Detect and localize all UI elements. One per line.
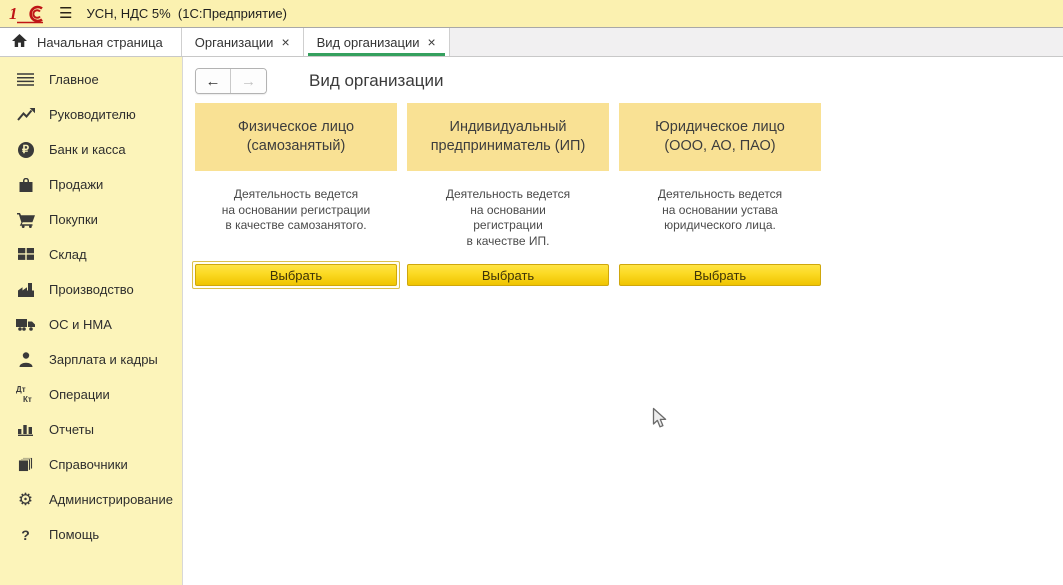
select-button[interactable]: Выбрать [619,264,821,286]
briefcase-icon [15,178,36,192]
main-content: ← → Вид организации Физическое лицо (сам… [183,57,1063,585]
tab-bar: Начальная страница Организации × Вид орг… [0,27,1063,57]
sidebar-item-rukovoditelyu[interactable]: Руководителю [0,97,182,132]
truck-icon [15,318,36,331]
card-title: Юридическое лицо (ООО, АО, ПАО) [619,103,821,171]
tab-label: Начальная страница [37,35,163,50]
card-description: Деятельность ведется на основании устава… [619,187,821,261]
sidebar-item-administrirovanie[interactable]: ⚙ Администрирование [0,482,182,517]
select-button[interactable]: Выбрать [195,264,397,286]
sidebar-item-label: Руководителю [49,107,136,122]
gear-icon: ⚙ [15,491,36,508]
sidebar-item-sklad[interactable]: Склад [0,237,182,272]
sidebar-item-pomosch[interactable]: ? Помощь [0,517,182,552]
sidebar-item-zarplata-kadry[interactable]: Зарплата и кадры [0,342,182,377]
sidebar-item-otchety[interactable]: Отчеты [0,412,182,447]
sidebar-item-label: Администрирование [49,492,173,507]
svg-text:1: 1 [9,4,18,23]
sidebar-item-label: Склад [49,247,87,262]
back-button[interactable]: ← [196,69,231,93]
shopping-cart-icon [15,212,36,228]
tab-label: Вид организации [317,35,420,50]
tab-organizations[interactable]: Организации × [182,28,304,56]
sidebar-item-label: Помощь [49,527,99,542]
sidebar-item-label: Главное [49,72,99,87]
trend-chart-icon [15,108,36,121]
sidebar-item-label: Банк и касса [49,142,126,157]
tab-organization-type[interactable]: Вид организации × [304,28,450,56]
sidebar-item-bank-kassa[interactable]: ₽ Банк и касса [0,132,182,167]
home-icon [12,34,27,50]
menu-lines-icon [15,73,36,86]
select-button[interactable]: Выбрать [407,264,609,286]
sidebar-item-proizvodstvo[interactable]: Производство [0,272,182,307]
sidebar-item-label: Отчеты [49,422,94,437]
pallet-icon [15,248,36,261]
sidebar-item-pokupki[interactable]: Покупки [0,202,182,237]
1c-logo-icon: 1 [9,4,45,24]
debit-credit-icon: ДтКт [15,385,36,404]
sidebar-item-label: ОС и НМА [49,317,112,332]
window-title: УСН, НДС 5% (1С:Предприятие) [86,6,286,21]
sidebar-item-glavnoe[interactable]: Главное [0,62,182,97]
sidebar-item-label: Производство [49,282,134,297]
card-title: Индивидуальный предприниматель (ИП) [407,103,609,171]
sidebar-item-operacii[interactable]: ДтКт Операции [0,377,182,412]
sidebar-item-label: Операции [49,387,110,402]
bar-chart-icon [15,423,36,436]
card-title: Физическое лицо (самозанятый) [195,103,397,171]
section-sidebar: Главное Руководителю ₽ Банк и касса Прод… [0,57,183,585]
card-individual-selfemployed: Физическое лицо (самозанятый) Деятельнос… [195,103,397,289]
card-description: Деятельность ведется на основании регист… [407,187,609,261]
person-icon [15,352,36,367]
sidebar-item-spravochniki[interactable]: Справочники [0,447,182,482]
tab-label: Организации [195,35,274,50]
select-button-focus-ring: Выбрать [192,261,400,289]
factory-icon [15,283,36,297]
sidebar-item-label: Продажи [49,177,103,192]
organization-type-cards: Физическое лицо (самозанятый) Деятельнос… [195,103,1063,289]
ruble-coin-icon: ₽ [15,142,36,158]
sidebar-item-label: Покупки [49,212,98,227]
books-icon [15,457,36,472]
card-legal-entity: Юридическое лицо (ООО, АО, ПАО) Деятельн… [619,103,821,289]
sidebar-item-label: Справочники [49,457,128,472]
page-title: Вид организации [309,71,444,91]
close-icon[interactable]: × [281,35,289,49]
card-individual-entrepreneur: Индивидуальный предприниматель (ИП) Деят… [407,103,609,289]
title-bar: 1 ☰ УСН, НДС 5% (1С:Предприятие) [0,0,1063,27]
sidebar-item-label: Зарплата и кадры [49,352,158,367]
sidebar-item-os-nma[interactable]: ОС и НМА [0,307,182,342]
main-menu-icon[interactable]: ☰ [59,6,72,21]
question-icon: ? [15,528,36,542]
close-icon[interactable]: × [428,35,436,49]
card-description: Деятельность ведется на основании регист… [195,187,397,261]
sidebar-item-prodazhi[interactable]: Продажи [0,167,182,202]
forward-button[interactable]: → [231,69,266,93]
history-nav-group: ← → [195,68,267,94]
tab-home-page[interactable]: Начальная страница [0,28,182,56]
